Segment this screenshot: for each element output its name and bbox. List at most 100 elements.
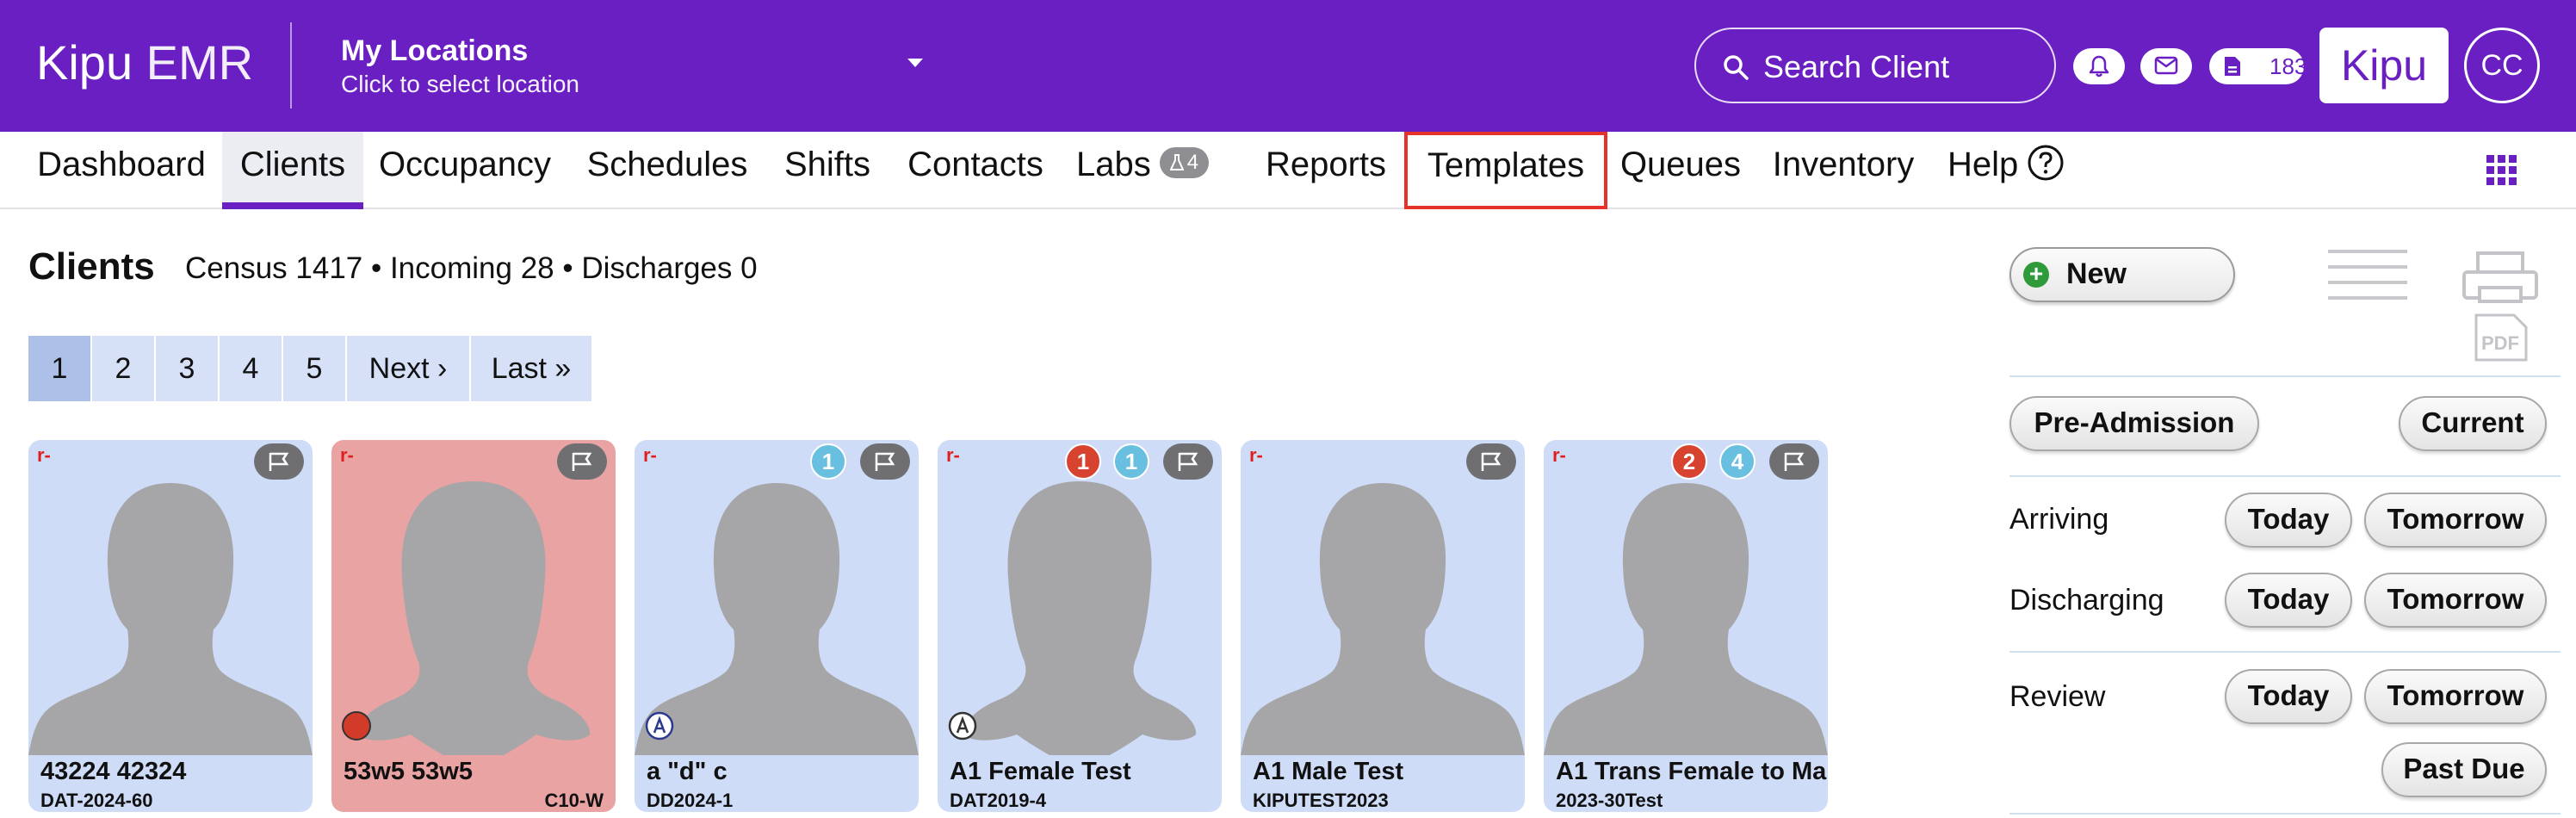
- search-client-button[interactable]: Search Client: [1694, 28, 2056, 103]
- flag-badge[interactable]: [1769, 443, 1819, 480]
- female-silhouette-icon: [963, 481, 1197, 755]
- new-client-button[interactable]: + New: [2009, 247, 2235, 302]
- nav-queues[interactable]: Queues: [1617, 132, 1744, 209]
- documents-count: 183: [2269, 53, 2307, 79]
- card-name-area: A1 Trans Female to Male Test 2023-30Test: [1544, 746, 1828, 812]
- flag-badge[interactable]: [860, 443, 910, 480]
- flag-icon: [875, 452, 895, 471]
- card-name-area: A1 Male Test KIPUTEST2023: [1241, 746, 1525, 812]
- list-view-icon[interactable]: [2328, 250, 2407, 300]
- count-badge[interactable]: 2: [1671, 443, 1707, 480]
- client-id: 2023-30Test: [1556, 790, 1663, 811]
- flag-badge[interactable]: [254, 443, 304, 480]
- client-card[interactable]: r- 2 4 A1 Trans Female to Male Test 2023…: [1544, 440, 1828, 812]
- divider: [2009, 813, 2561, 815]
- female-silhouette-icon: [356, 481, 591, 755]
- count-badge[interactable]: 1: [1113, 443, 1149, 480]
- discharging-label: Discharging: [2009, 584, 2164, 617]
- nav-dashboard[interactable]: Dashboard: [19, 132, 224, 209]
- nav-help[interactable]: Help: [1947, 132, 2077, 209]
- apps-grid-icon[interactable]: [2486, 155, 2517, 186]
- flag-badge[interactable]: [557, 443, 607, 480]
- client-id: DAT2019-4: [950, 790, 1047, 811]
- client-id: DAT-2024-60: [40, 790, 153, 811]
- page-1-button[interactable]: 1: [28, 336, 90, 401]
- client-card[interactable]: r- 1 a "d" c DD2024-1: [635, 440, 919, 812]
- card-name-area: 43224 42324 DAT-2024-60: [28, 746, 313, 812]
- help-icon: [2028, 145, 2064, 181]
- documents-button[interactable]: 183: [2209, 48, 2307, 84]
- count-badge[interactable]: 1: [810, 443, 846, 480]
- search-icon: [1724, 55, 1749, 80]
- review-today-button[interactable]: Today: [2225, 669, 2352, 724]
- flag-icon: [572, 452, 592, 471]
- count-badge[interactable]: 1: [1065, 443, 1101, 480]
- nav-reports[interactable]: Reports: [1260, 132, 1391, 209]
- review-tomorrow-button[interactable]: Tomorrow: [2364, 669, 2547, 724]
- nav-clients[interactable]: Clients: [222, 132, 363, 209]
- nav-occupancy[interactable]: Occupancy: [374, 132, 556, 209]
- client-name: 43224 42324: [40, 758, 187, 785]
- nav-labs[interactable]: Labs 4: [1076, 132, 1235, 209]
- last-page-button[interactable]: Last »: [471, 336, 591, 401]
- client-card[interactable]: r- 1 1 A1 Female Test DAT2019-4: [938, 440, 1222, 812]
- card-tag: r-: [37, 444, 51, 466]
- status-dot-icon: [342, 711, 371, 741]
- discharging-today-button[interactable]: Today: [2225, 573, 2352, 628]
- client-id: DD2024-1: [647, 790, 734, 811]
- client-card[interactable]: r- A1 Male Test KIPUTEST2023: [1241, 440, 1525, 812]
- flag-icon: [1784, 452, 1805, 471]
- client-name: A1 Female Test: [950, 758, 1131, 785]
- messages-button[interactable]: [2140, 48, 2192, 84]
- nav-schedules[interactable]: Schedules: [579, 132, 756, 209]
- kipu-logo-button[interactable]: Kipu: [2319, 28, 2449, 103]
- card-tag: r-: [1552, 444, 1566, 466]
- location-selector[interactable]: My Locations Click to select location: [341, 33, 944, 102]
- flag-icon: [1481, 452, 1502, 471]
- next-page-button[interactable]: Next ›: [347, 336, 469, 401]
- divider: [2009, 651, 2561, 653]
- client-name: 53w5 53w5: [344, 758, 473, 785]
- warning-a-icon: [645, 711, 674, 741]
- flag-badge[interactable]: [1466, 443, 1516, 480]
- card-tag: r-: [643, 444, 657, 466]
- notifications-button[interactable]: [2073, 48, 2125, 84]
- brand-logo[interactable]: Kipu EMR: [36, 33, 253, 93]
- user-avatar[interactable]: CC: [2464, 28, 2540, 103]
- brand-name: Kipu: [36, 35, 133, 90]
- page-3-button[interactable]: 3: [156, 336, 218, 401]
- page-5-button[interactable]: 5: [283, 336, 345, 401]
- client-name: a "d" c: [647, 758, 728, 785]
- nav-inventory[interactable]: Inventory: [1770, 132, 1917, 209]
- location-title: My Locations: [341, 34, 529, 67]
- discharging-tomorrow-button[interactable]: Tomorrow: [2364, 573, 2547, 628]
- chevron-down-icon: [907, 59, 923, 67]
- top-bar: Kipu EMR My Locations Click to select lo…: [0, 0, 2576, 132]
- page-title: Clients: [28, 245, 155, 288]
- main-nav: Dashboard Clients Occupancy Schedules Sh…: [0, 132, 2576, 209]
- search-label: Search Client: [1763, 49, 1950, 84]
- arriving-tomorrow-button[interactable]: Tomorrow: [2364, 493, 2547, 548]
- count-badge[interactable]: 4: [1719, 443, 1756, 480]
- past-due-button[interactable]: Past Due: [2381, 742, 2547, 797]
- nav-templates[interactable]: Templates: [1404, 132, 1607, 209]
- pdf-icon[interactable]: PDF: [2469, 313, 2531, 362]
- flag-badge[interactable]: [1163, 443, 1213, 480]
- client-card[interactable]: r- 53w5 53w5 C10-W: [331, 440, 616, 812]
- printer-icon[interactable]: [2461, 251, 2540, 303]
- client-card[interactable]: r- 43224 42324 DAT-2024-60: [28, 440, 313, 812]
- arriving-today-button[interactable]: Today: [2225, 493, 2352, 548]
- pre-admission-button[interactable]: Pre-Admission: [2009, 396, 2259, 451]
- review-label: Review: [2009, 680, 2106, 713]
- nav-shifts[interactable]: Shifts: [777, 132, 878, 209]
- current-button[interactable]: Current: [2399, 396, 2547, 451]
- census-summary: Census 1417 • Incoming 28 • Discharges 0: [185, 251, 758, 285]
- page-4-button[interactable]: 4: [220, 336, 282, 401]
- location-subtitle: Click to select location: [341, 71, 580, 97]
- card-tag: r-: [946, 444, 960, 466]
- nav-contacts[interactable]: Contacts: [901, 132, 1050, 209]
- male-silhouette-icon: [635, 483, 919, 755]
- divider: [2009, 375, 2561, 377]
- page-2-button[interactable]: 2: [92, 336, 154, 401]
- mail-icon: [2154, 56, 2178, 75]
